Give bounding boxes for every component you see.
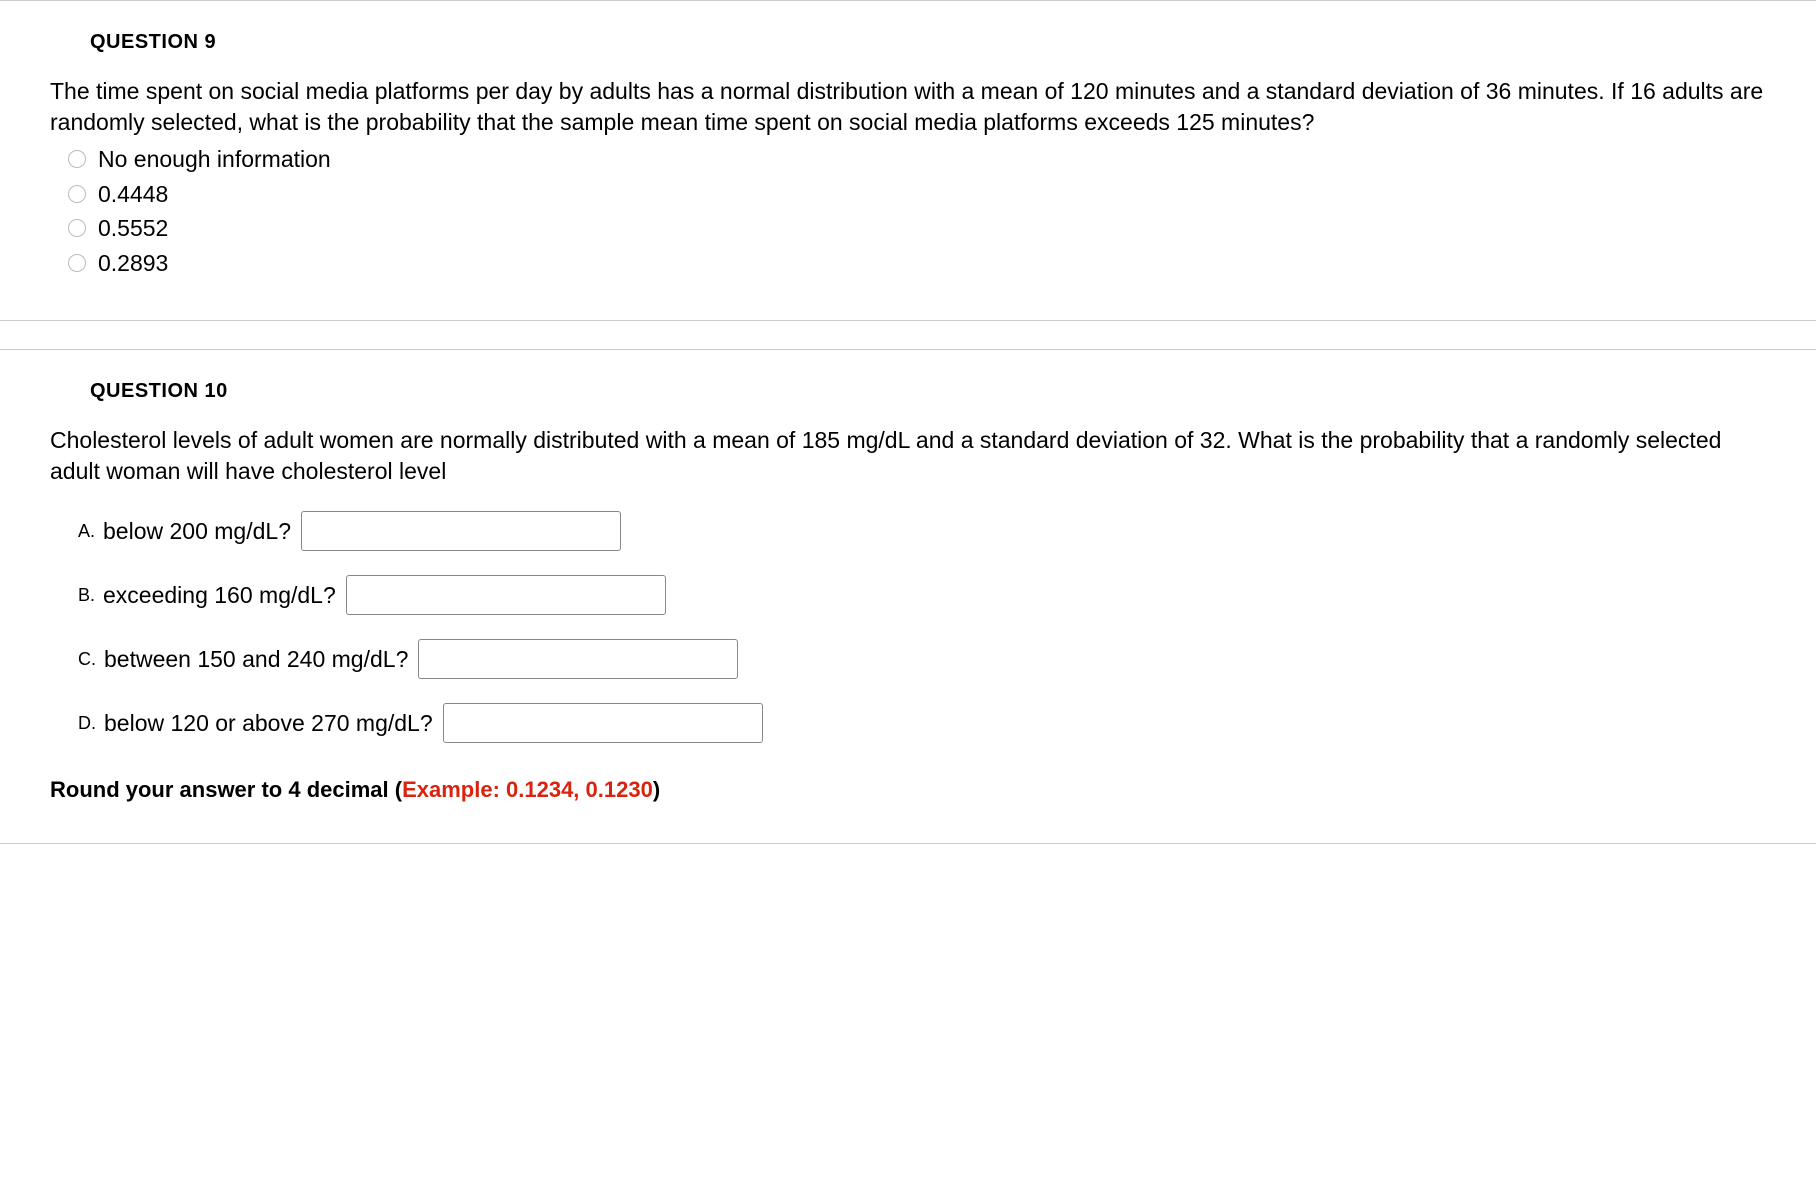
radio-circle-icon xyxy=(68,219,86,237)
rounding-note: Round your answer to 4 decimal (Example:… xyxy=(50,777,1766,803)
radio-circle-icon xyxy=(68,185,86,203)
subquestion-c: C. between 150 and 240 mg/dL? xyxy=(78,639,1766,679)
radio-circle-icon xyxy=(68,150,86,168)
radio-label: No enough information xyxy=(98,142,331,177)
block-spacer xyxy=(0,321,1816,349)
answer-input-a[interactable] xyxy=(301,511,621,551)
radio-circle-icon xyxy=(68,254,86,272)
sub-label-a: below 200 mg/dL? xyxy=(103,518,291,545)
sub-letter-a: A. xyxy=(78,521,95,542)
subquestion-b: B. exceeding 160 mg/dL? xyxy=(78,575,1766,615)
rounding-prefix: Round your answer to 4 decimal ( xyxy=(50,777,402,802)
sub-label-d: below 120 or above 270 mg/dL? xyxy=(104,710,433,737)
sub-letter-d: D. xyxy=(78,713,96,734)
question-9-options: No enough information 0.4448 0.5552 0.28… xyxy=(50,142,1766,280)
sub-label-c: between 150 and 240 mg/dL? xyxy=(104,646,408,673)
radio-label: 0.5552 xyxy=(98,211,168,246)
question-10-text: Cholesterol levels of adult women are no… xyxy=(50,425,1766,487)
answer-input-d[interactable] xyxy=(443,703,763,743)
sub-letter-c: C. xyxy=(78,649,96,670)
radio-option-3[interactable]: 0.2893 xyxy=(68,246,1766,281)
sub-letter-b: B. xyxy=(78,585,95,606)
answer-input-c[interactable] xyxy=(418,639,738,679)
question-10-block: QUESTION 10 Cholesterol levels of adult … xyxy=(0,349,1816,844)
subquestion-a: A. below 200 mg/dL? xyxy=(78,511,1766,551)
radio-label: 0.4448 xyxy=(98,177,168,212)
radio-option-1[interactable]: 0.4448 xyxy=(68,177,1766,212)
answer-input-b[interactable] xyxy=(346,575,666,615)
rounding-example: Example: 0.1234, 0.1230 xyxy=(402,777,653,802)
question-9-header: QUESTION 9 xyxy=(90,31,1766,54)
question-9-text: The time spent on social media platforms… xyxy=(50,76,1766,138)
radio-option-0[interactable]: No enough information xyxy=(68,142,1766,177)
radio-option-2[interactable]: 0.5552 xyxy=(68,211,1766,246)
question-9-block: QUESTION 9 The time spent on social medi… xyxy=(0,0,1816,321)
sub-label-b: exceeding 160 mg/dL? xyxy=(103,582,336,609)
question-10-header: QUESTION 10 xyxy=(90,380,1766,403)
rounding-suffix: ) xyxy=(653,777,660,802)
subquestion-d: D. below 120 or above 270 mg/dL? xyxy=(78,703,1766,743)
radio-label: 0.2893 xyxy=(98,246,168,281)
